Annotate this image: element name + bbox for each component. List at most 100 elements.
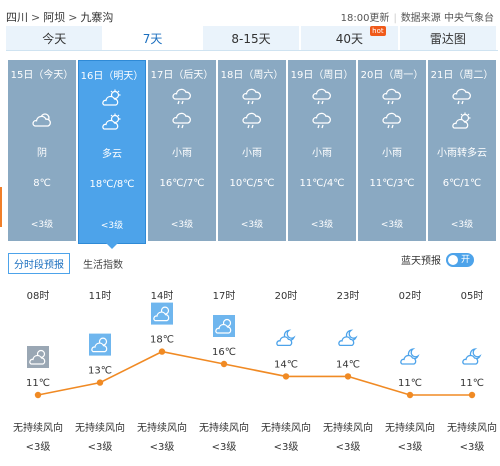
tab-today[interactable]: 今天 (6, 26, 105, 50)
day-card[interactable]: 15日（今天） 阴 8℃ <3级 (8, 60, 76, 241)
breadcrumb: 四川 > 阿坝 > 九寨沟 (6, 9, 113, 25)
tab-label: 今天 (42, 31, 67, 46)
day-wind: <3级 (380, 220, 404, 230)
wind-direction: 无持续风向 (137, 421, 187, 434)
wind-direction: 无持续风向 (13, 421, 63, 434)
day-date: 19日（周日） (290, 70, 354, 81)
day-wind: <3级 (240, 220, 264, 230)
day-card[interactable]: 19日（周日） 小雨 11℃/4℃ <3级 (288, 60, 356, 241)
partly-cloudy-icon (89, 333, 111, 356)
wind-direction: 无持续风向 (447, 421, 497, 434)
wind-direction: 无持续风向 (75, 421, 125, 434)
hour-label: 11时 (89, 290, 112, 302)
temp-label: 18℃ (150, 335, 174, 346)
day-card[interactable]: 17日（后天） 小雨 16℃/7℃ <3级 (148, 60, 216, 241)
tab-label: 40天 (335, 31, 364, 46)
wind-direction: 无持续风向 (261, 421, 311, 434)
rain-icon (171, 112, 193, 134)
rain-icon (451, 88, 473, 110)
tab-label: 7天 (142, 31, 163, 46)
wind-level: <3级 (274, 441, 299, 453)
day-condition: 小雨 (382, 148, 402, 159)
breadcrumb-prefecture[interactable]: 阿坝 (43, 11, 65, 24)
tab-label: 雷达图 (429, 31, 466, 46)
day-temp: 16℃/7℃ (159, 178, 205, 189)
wind-level: <3级 (88, 441, 113, 453)
tab-radar[interactable]: 雷达图 (399, 26, 499, 50)
day-condition: 小雨 (172, 148, 192, 159)
day-date: 18日（周六） (220, 70, 284, 81)
wind-direction: 无持续风向 (199, 421, 249, 434)
day-condition: 小雨转多云 (437, 148, 487, 159)
hot-badge: hot (370, 26, 386, 36)
day-wind: <3级 (30, 220, 54, 230)
hour-label: 08时 (27, 290, 50, 302)
wind-direction: 无持续风向 (385, 421, 435, 434)
partly-cloudy-night-icon (400, 348, 420, 365)
day-date: 17日（后天） (150, 70, 214, 81)
daily-forecast: 15日（今天） 阴 8℃ <3级 16日（明天） 多云 18℃/8℃ <3级 1… (8, 60, 498, 244)
temp-label: 11℃ (26, 378, 50, 389)
tab-life-index[interactable]: 生活指数 (83, 256, 123, 271)
forecast-tabs: 今天 7天 8-15天 40天 hot 雷达图 (6, 26, 499, 51)
tab-label: 8-15天 (231, 31, 271, 46)
rain-icon (311, 112, 333, 134)
day-temp: 8℃ (33, 178, 51, 189)
wind-level: <3级 (460, 441, 485, 453)
temp-label: 11℃ (460, 378, 484, 389)
day-wind: <3级 (100, 221, 124, 231)
rain-icon (171, 88, 193, 110)
day-date: 15日（今天） (10, 70, 74, 81)
tab-40day[interactable]: 40天 hot (301, 26, 400, 50)
hourly-chart: 08时 11℃ 无持续风向 <3级 11时 13℃ 无持续风向 <3级 14时 18℃ 无持续风向 <… (13, 290, 497, 453)
day-condition: 阴 (37, 148, 47, 159)
overcast-icon (31, 112, 53, 132)
partly-cloudy-icon (213, 315, 235, 337)
wind-level: <3级 (212, 441, 237, 453)
day-date: 21日（周二） (430, 70, 494, 81)
temp-label: 11℃ (398, 378, 422, 389)
partly-cloudy-icon (101, 113, 123, 135)
data-source: 数据来源 中央气象台 (400, 13, 494, 24)
day-temp: 18℃/8℃ (89, 179, 135, 190)
day-card[interactable]: 18日（周六） 小雨 10℃/5℃ <3级 (218, 60, 286, 241)
rain-icon (241, 88, 263, 110)
tab-8-15day[interactable]: 8-15天 (202, 26, 302, 50)
partly-cloudy-icon (451, 112, 473, 134)
toggle-knob (448, 254, 458, 265)
partly-cloudy-icon (101, 89, 123, 111)
temp-point (96, 379, 104, 386)
hour-label: 14时 (151, 290, 174, 302)
day-date: 16日（明天） (80, 71, 144, 82)
bluesky-label: 蓝天预报 (401, 256, 441, 267)
wind-level: <3级 (336, 441, 361, 453)
temp-point (344, 373, 352, 380)
temp-point (468, 391, 476, 399)
day-card[interactable]: 20日（周一） 小雨 11℃/3℃ <3级 (358, 60, 426, 241)
tab-7day[interactable]: 7天 (104, 26, 203, 50)
hour-label: 23时 (337, 290, 360, 302)
update-info: 18:00更新 | 数据来源 中央气象台 (341, 9, 494, 24)
breadcrumb-province[interactable]: 四川 (6, 11, 28, 24)
rain-icon (381, 112, 403, 134)
day-card-selected[interactable]: 16日（明天） 多云 18℃/8℃ <3级 (78, 60, 146, 244)
day-wind: <3级 (450, 220, 474, 230)
rain-icon (311, 88, 333, 110)
bluesky-toggle[interactable]: 开 (446, 252, 474, 267)
day-temp: 11℃/4℃ (299, 178, 345, 189)
day-temp: 6℃/1℃ (442, 178, 482, 189)
hour-label: 02时 (399, 290, 422, 302)
wind-direction: 无持续风向 (323, 421, 373, 434)
day-temp: 11℃/3℃ (369, 178, 415, 189)
day-date: 20日（周一） (360, 70, 424, 81)
day-condition: 小雨 (242, 148, 262, 159)
divider: | (393, 13, 397, 24)
tab-hourly-forecast[interactable]: 分时段预报 (8, 253, 70, 274)
day-card[interactable]: 21日（周二） 小雨转多云 6℃/1℃ <3级 (428, 60, 496, 241)
wind-level: <3级 (398, 441, 423, 453)
temp-label: 16℃ (212, 347, 236, 358)
partly-cloudy-night-icon (462, 348, 482, 365)
temp-point (158, 348, 166, 355)
partly-cloudy-night-icon (276, 329, 296, 347)
sub-tabs: 分时段预报 生活指数 (8, 253, 123, 274)
